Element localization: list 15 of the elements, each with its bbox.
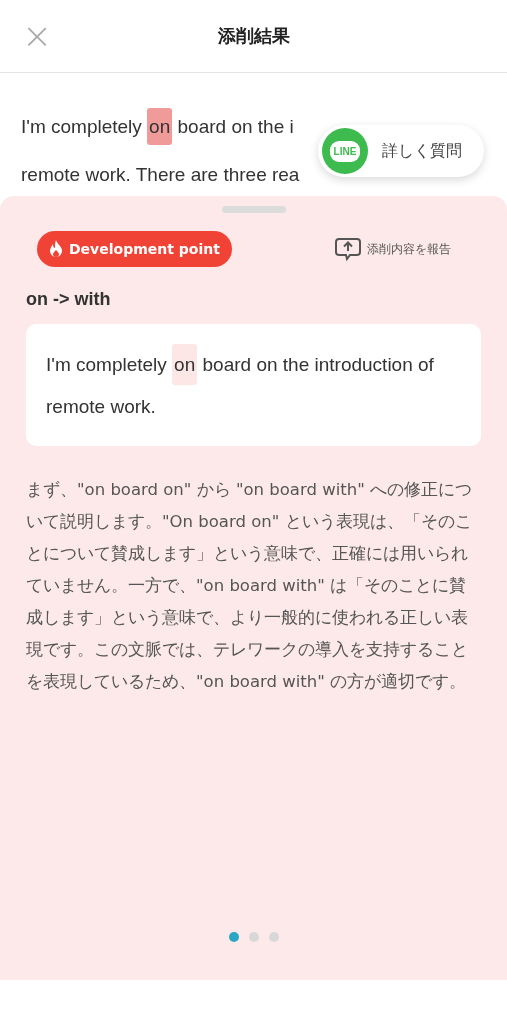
flame-icon	[49, 240, 63, 258]
correction-heading: on -> with	[26, 289, 112, 310]
development-point-tag: Development point	[37, 231, 232, 267]
page-dot[interactable]	[248, 932, 259, 942]
essay-text: remote work. There are three rea	[21, 163, 300, 187]
page-dot[interactable]	[228, 932, 239, 942]
drag-handle[interactable]	[221, 206, 286, 213]
example-sentence: I'm completely on board on the introduction of remote work.	[26, 324, 481, 446]
ask-line-button[interactable]: LINE 詳しく質問	[318, 125, 484, 177]
page-title: 添削結果	[217, 24, 290, 48]
essay-text: I'm completely on board on the i	[21, 103, 294, 151]
upload-bubble-icon	[335, 237, 361, 261]
explanation-text: まず、"on board on" から "on board with" への修正について説明します。"On board on" という表現は、「そのことについて賛成します」という意味で、正確には用いられていません。一方で、"on board with" は「そのことに賛成します」という意味で、より一般的に使われる正しい表現です。この文脈では、テレワークの導入を支持することを表現しているため、"on board with" の方が適切です。	[26, 479, 474, 693]
report-button[interactable]: 添削内容を報告	[335, 237, 451, 261]
page-dot[interactable]	[268, 932, 279, 942]
